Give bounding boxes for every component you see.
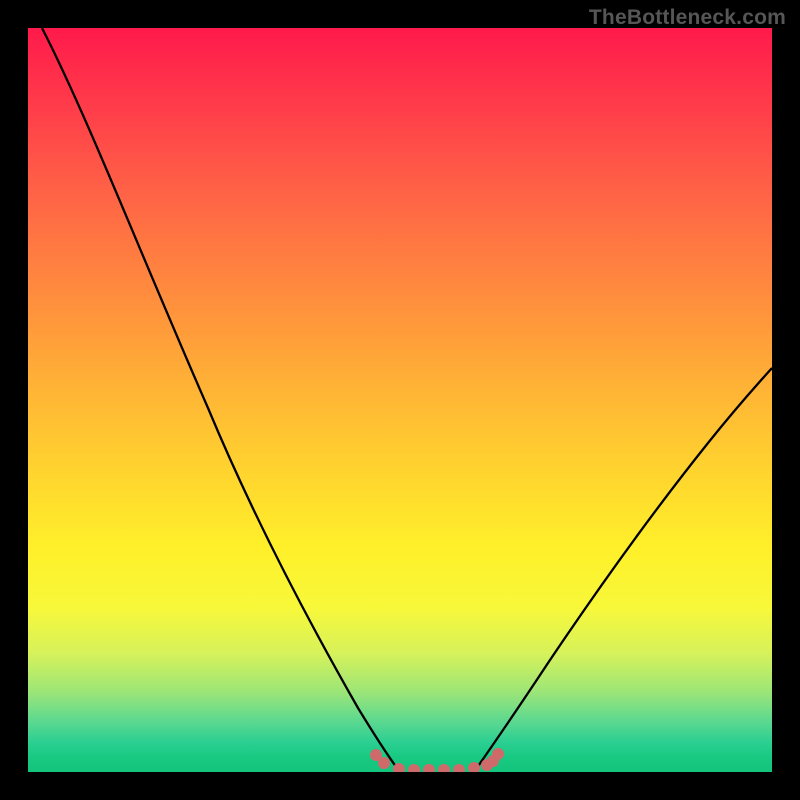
right-curve bbox=[474, 368, 772, 772]
chart-svg bbox=[28, 28, 772, 772]
plot-area bbox=[28, 28, 772, 772]
watermark-text: TheBottleneck.com bbox=[589, 6, 786, 30]
left-curve bbox=[42, 28, 400, 772]
chart-frame: TheBottleneck.com bbox=[0, 0, 800, 800]
